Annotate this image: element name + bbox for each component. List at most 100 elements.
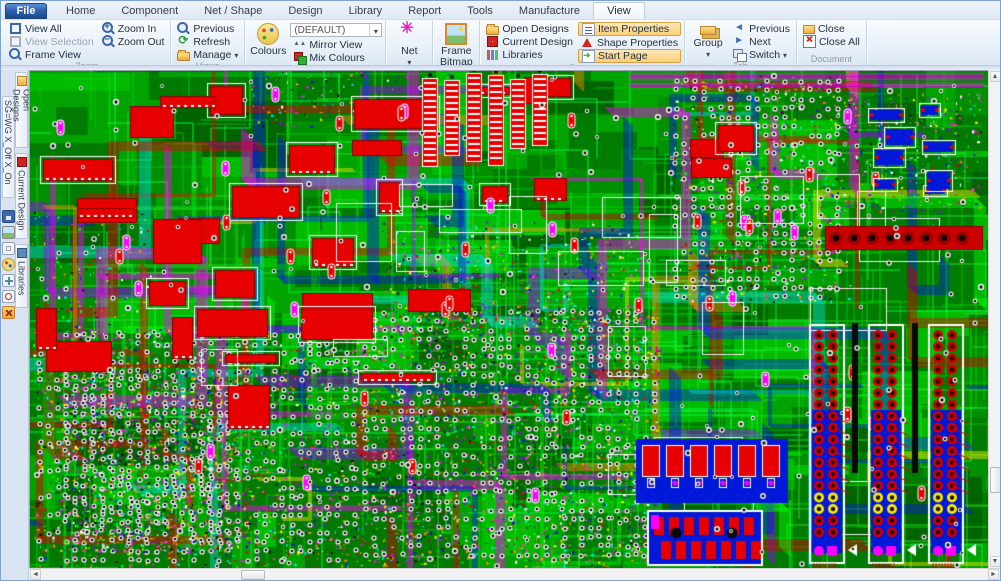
application-window: File Home Component Net / Shape Design L… — [0, 0, 1001, 581]
file-menu-button[interactable]: File — [5, 3, 47, 19]
tab-next-icon — [733, 35, 746, 48]
sidebar-tab-current-design[interactable]: Current Design — [15, 153, 28, 239]
mirror-view-label: Mirror View — [309, 39, 362, 51]
ribbon-group-panes: Open Designs Current Design Libraries It… — [480, 21, 685, 65]
chevron-down-icon — [706, 49, 710, 60]
pan-icon[interactable] — [2, 274, 15, 287]
ribbon-group-document: Close Close All Document — [797, 21, 867, 65]
tab-switch-button[interactable]: Switch — [730, 48, 793, 61]
view-selection-button[interactable]: View Selection — [6, 35, 97, 48]
frame-view-icon — [9, 48, 22, 61]
tab-next-button[interactable]: Next — [730, 35, 793, 48]
horizontal-scrollbar[interactable]: ◄ ► — [29, 568, 1000, 580]
ribbon-group-zoom: View All View Selection Frame View Zoom … — [3, 21, 171, 65]
close-document-button[interactable]: Close — [800, 22, 863, 35]
sidebar-pane-tabs: Open Designs Current Design Libraries — [15, 70, 29, 580]
cancel-icon[interactable] — [2, 306, 15, 319]
previous-view-label: Previous — [193, 23, 234, 35]
horizontal-scrollbar-thumb[interactable] — [241, 570, 265, 580]
frame-bitmap-icon — [445, 23, 467, 45]
colour-scheme-dropdown-button[interactable] — [369, 24, 381, 36]
mix-colours-icon — [293, 51, 306, 64]
tab-switch-icon — [733, 48, 746, 61]
manage-views-button[interactable]: Manage — [174, 48, 241, 61]
colour-scheme-value: (DEFAULT) — [291, 25, 369, 36]
ribbon-tab-bar: File Home Component Net / Shape Design L… — [1, 1, 1000, 19]
shape-properties-label: Shape Properties — [597, 37, 678, 49]
chevron-down-icon — [234, 49, 238, 61]
save-icon[interactable] — [2, 210, 15, 223]
refresh-button[interactable]: Refresh — [174, 35, 241, 48]
tab-switch-label: Switch — [749, 49, 780, 61]
libraries-pane-button[interactable]: Libraries — [483, 48, 576, 61]
frame-view-label: Frame View — [25, 49, 81, 61]
close-all-documents-icon — [803, 35, 816, 48]
current-design-label: Current Design — [502, 36, 573, 48]
start-page-pane-button[interactable]: Start Page — [578, 49, 681, 63]
tab-net-shape[interactable]: Net / Shape — [191, 3, 275, 19]
item-properties-pane-button[interactable]: Item Properties — [578, 22, 681, 36]
tab-component[interactable]: Component — [108, 3, 191, 19]
sidebar-tab-open-designs[interactable]: Open Designs — [15, 72, 28, 148]
sidebar-tab-libraries[interactable]: Libraries — [15, 244, 28, 308]
shape-properties-icon — [581, 36, 594, 49]
start-page-icon — [582, 50, 595, 63]
zoom-out-button[interactable]: Zoom Out — [99, 35, 168, 48]
mirror-view-button[interactable]: Mirror View — [290, 38, 382, 51]
highlight-net-button[interactable]: Net — [389, 22, 429, 68]
colours-small-icon[interactable] — [2, 258, 15, 271]
refresh-label: Refresh — [193, 36, 230, 48]
open-designs-icon — [486, 26, 499, 35]
colours-button[interactable]: Colours — [248, 22, 288, 57]
current-design-icon — [487, 36, 498, 47]
left-sidebar: SG=WG X_Off X_On Open Designs Current De… — [1, 70, 29, 580]
current-design-pane-button[interactable]: Current Design — [483, 35, 576, 48]
vertical-scrollbar[interactable]: ▲ ▼ — [988, 70, 1001, 568]
sidebar-tab-libraries-label: Libraries — [17, 261, 27, 296]
tab-library[interactable]: Library — [336, 3, 396, 19]
view-selection-icon — [9, 35, 22, 48]
bitmap-icon[interactable] — [2, 226, 15, 239]
open-designs-label: Open Designs — [502, 23, 569, 35]
tab-view[interactable]: View — [593, 2, 645, 19]
tab-previous-button[interactable]: Previous — [730, 22, 793, 35]
open-designs-pane-button[interactable]: Open Designs — [483, 22, 576, 35]
scroll-right-arrow[interactable]: ► — [988, 569, 999, 580]
frame-view-button[interactable]: Frame View — [6, 48, 97, 61]
ribbon-group-views: Previous Refresh Manage Views — [171, 21, 245, 65]
shape-properties-pane-button[interactable]: Shape Properties — [578, 36, 681, 49]
colours-label: Colours — [250, 46, 286, 57]
zoom-tool-icon[interactable] — [2, 290, 15, 303]
mix-colours-button[interactable]: Mix Colours — [290, 51, 382, 64]
colour-scheme-select[interactable]: (DEFAULT) — [290, 23, 382, 37]
close-all-documents-label: Close All — [819, 36, 860, 48]
mirror-view-icon — [293, 38, 306, 51]
tab-design[interactable]: Design — [275, 3, 335, 19]
tab-previous-icon — [733, 22, 746, 35]
highlight-net-icon — [398, 23, 420, 45]
ribbon-group-highlight: Net Highlight — [386, 21, 433, 65]
tab-group-icon — [700, 26, 716, 35]
tab-group-button[interactable]: Group — [688, 22, 728, 60]
scroll-down-arrow[interactable]: ▼ — [990, 556, 1001, 567]
highlight-net-label: Net — [401, 46, 417, 57]
ribbon-group-tab: Group Previous Next Switch Tab — [685, 21, 797, 65]
tab-manufacture[interactable]: Manufacture — [506, 3, 593, 19]
vertical-scrollbar-thumb[interactable] — [990, 467, 1001, 493]
close-all-documents-button[interactable]: Close All — [800, 35, 863, 48]
tab-tools[interactable]: Tools — [454, 3, 506, 19]
libraries-icon — [486, 48, 499, 61]
frame-icon[interactable] — [2, 242, 15, 255]
view-all-icon — [9, 22, 22, 35]
view-selection-label: View Selection — [25, 36, 94, 48]
tab-home[interactable]: Home — [53, 3, 108, 19]
scroll-left-arrow[interactable]: ◄ — [30, 569, 41, 580]
view-all-button[interactable]: View All — [6, 22, 97, 35]
ribbon-group-document-label: Document — [800, 54, 863, 65]
start-page-label: Start Page — [598, 50, 648, 62]
pcb-design-canvas[interactable] — [30, 71, 988, 571]
scroll-up-arrow[interactable]: ▲ — [990, 71, 1001, 82]
frame-bitmap-button[interactable]: FrameBitmap — [436, 22, 476, 68]
zoom-in-label: Zoom In — [118, 23, 157, 35]
tab-report[interactable]: Report — [395, 3, 454, 19]
